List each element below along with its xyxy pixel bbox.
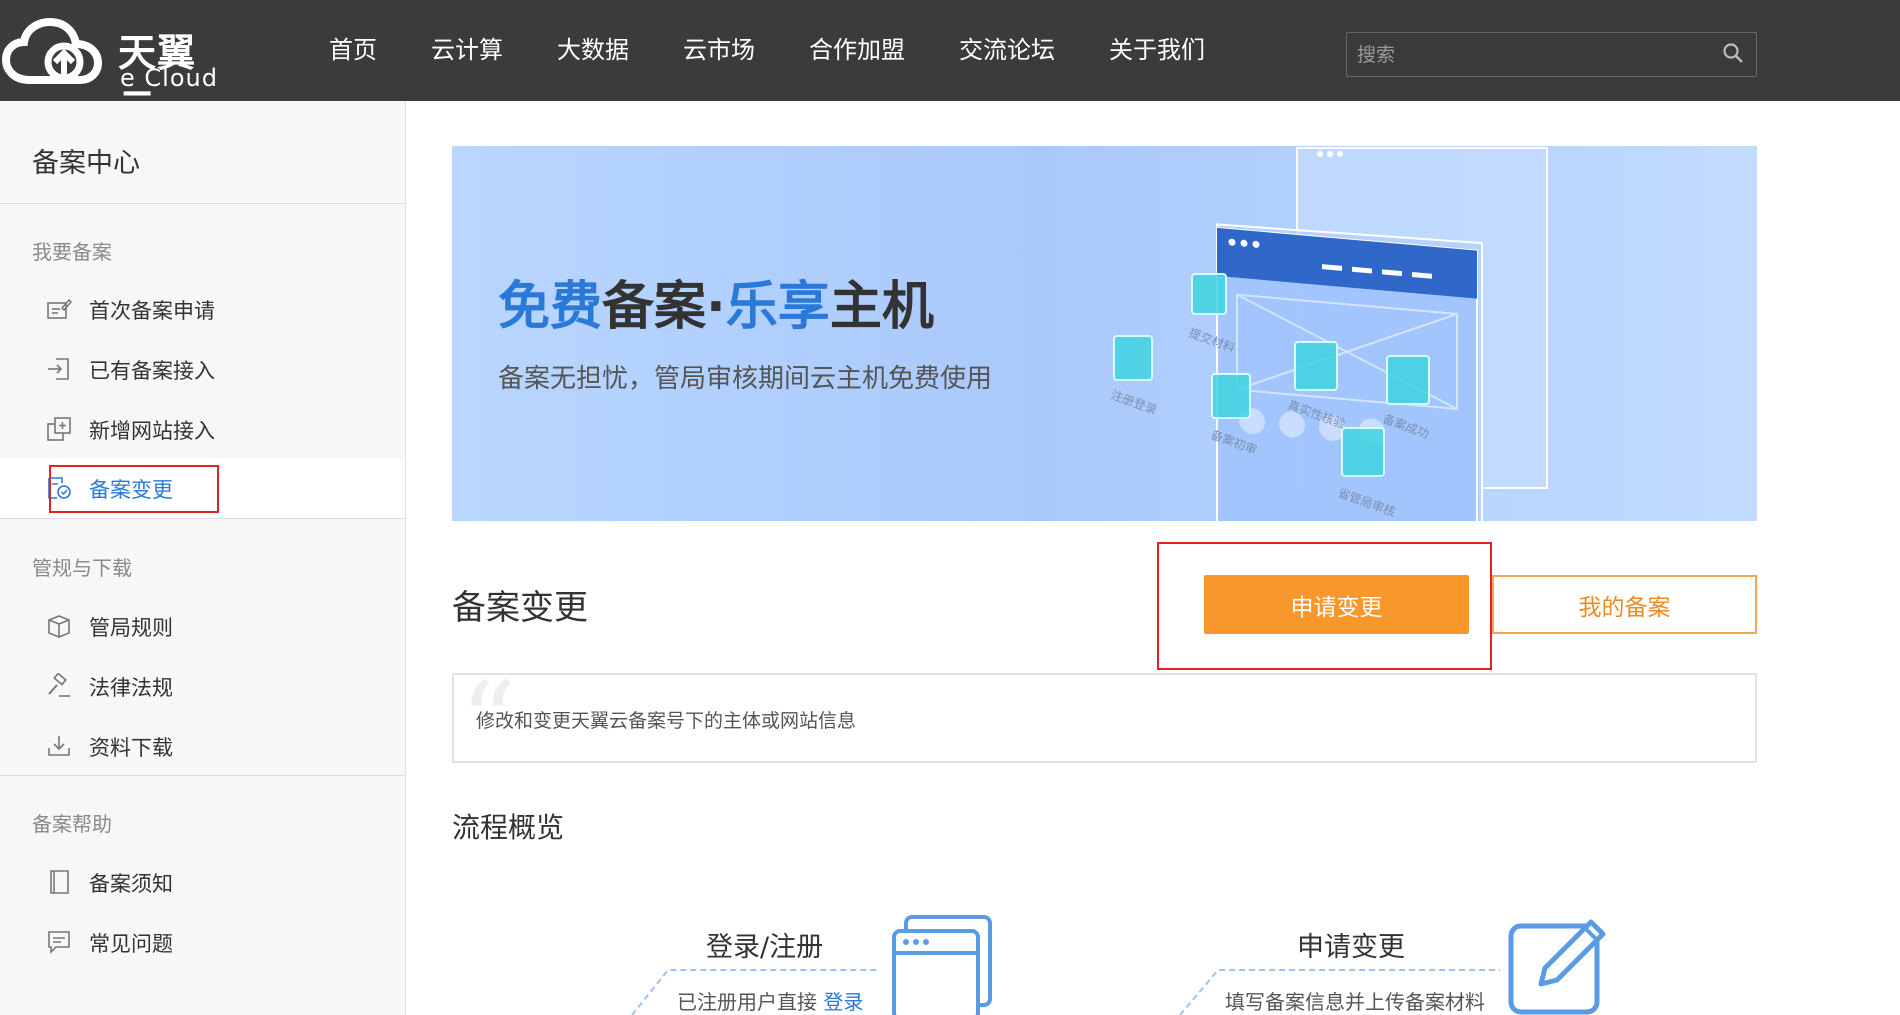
sidebar-group-rules-downloads: 管规与下载 — [32, 556, 132, 580]
nav-home[interactable]: 首页 — [302, 0, 404, 101]
nav-partnership[interactable]: 合作加盟 — [782, 0, 932, 101]
flow-step-apply-sub: 填写备案信息并上传备案材料 — [1225, 990, 1485, 1014]
my-records-button[interactable]: 我的备案 — [1492, 575, 1757, 634]
sidebar: 备案中心 我要备案 首次备案申请 已有备案接入 新增网站接入 备案变更 管规与下… — [0, 101, 406, 1015]
banner-card-label: 注册登录 — [1109, 387, 1159, 418]
sidebar-item-label: 新增网站接入 — [89, 419, 215, 443]
sidebar-item-laws[interactable]: 法律法规 — [0, 656, 405, 716]
sidebar-item-label: 资料下载 — [89, 736, 173, 760]
nav-cloud-computing[interactable]: 云计算 — [404, 0, 530, 101]
sidebar-item-label: 法律法规 — [89, 676, 173, 700]
sidebar-item-label: 首次备案申请 — [89, 299, 215, 323]
highlight-box-apply — [1157, 542, 1492, 670]
add-page-icon — [47, 417, 71, 441]
sidebar-item-faq[interactable]: 常见问题 — [0, 912, 405, 972]
sidebar-item-label: 常见问题 — [89, 932, 173, 956]
page-title: 备案变更 — [452, 588, 588, 628]
logo[interactable]: 天翼云 e Cloud — [2, 18, 222, 130]
flow-step-login-sub: 已注册用户直接 登录 — [677, 986, 863, 1015]
logo-en-text: e Cloud — [120, 64, 218, 92]
flow-title: 流程概览 — [452, 811, 565, 844]
promo-banner[interactable]: 免费备案·乐享主机 备案无担忧，管局审核期间云主机免费使用 提交材料 注册登录 … — [452, 146, 1757, 521]
divider — [0, 518, 406, 519]
flow-step-login-title: 登录/注册 — [706, 932, 824, 963]
sidebar-item-label: 备案须知 — [89, 872, 173, 896]
top-navbar: 天翼云 e Cloud 首页 云计算 大数据 云市场 合作加盟 交流论坛 关于我… — [0, 0, 1900, 130]
sidebar-item-bureau-rules[interactable]: 管局规则 — [0, 596, 405, 656]
banner-illustration: 提交材料 注册登录 备案初审 真实性核验 备案成功 省管局审核 — [1109, 147, 1548, 521]
browser-window-icon — [892, 915, 992, 1015]
search-input[interactable] — [1347, 33, 1707, 76]
highlight-box-sidebar — [49, 465, 219, 513]
sidebar-item-first-filing[interactable]: 首次备案申请 — [0, 279, 405, 339]
main-nav: 首页 云计算 大数据 云市场 合作加盟 交流论坛 关于我们 — [302, 0, 1232, 101]
sidebar-group-help: 备案帮助 — [32, 812, 112, 836]
flow-step-apply-title: 申请变更 — [1297, 932, 1405, 963]
search-box — [1346, 32, 1757, 77]
cloud-logo-icon — [2, 18, 103, 84]
nav-big-data[interactable]: 大数据 — [530, 0, 656, 101]
sidebar-item-notice[interactable]: 备案须知 — [0, 852, 405, 912]
chat-bubble-icon — [48, 931, 70, 954]
sidebar-group-filing: 我要备案 — [32, 240, 112, 264]
sidebar-item-new-site[interactable]: 新增网站接入 — [0, 399, 405, 459]
description-text: 修改和变更天翼云备案号下的主体或网站信息 — [476, 710, 857, 732]
login-enter-icon — [48, 358, 69, 380]
description-box: “ 修改和变更天翼云备案号下的主体或网站信息 — [452, 667, 1757, 777]
nav-cloud-market[interactable]: 云市场 — [656, 0, 782, 101]
pencil-edit-icon — [1508, 919, 1606, 1015]
box-icon — [48, 615, 70, 638]
sidebar-item-label: 管局规则 — [89, 616, 173, 640]
flow-step-login-text: 已注册用户直接 — [677, 990, 817, 1014]
download-icon — [48, 736, 70, 756]
divider — [0, 775, 406, 776]
sidebar-item-existing-access[interactable]: 已有备案接入 — [0, 339, 405, 399]
nav-forum[interactable]: 交流论坛 — [932, 0, 1082, 101]
form-edit-icon — [47, 298, 72, 319]
book-icon — [50, 870, 69, 894]
gavel-icon — [48, 673, 70, 697]
sidebar-item-label: 已有备案接入 — [89, 359, 215, 383]
divider — [0, 203, 406, 204]
search-icon[interactable] — [1722, 42, 1744, 64]
login-link[interactable]: 登录 — [823, 990, 863, 1014]
nav-about-us[interactable]: 关于我们 — [1082, 0, 1232, 101]
sidebar-title: 备案中心 — [32, 148, 140, 179]
sidebar-item-downloads[interactable]: 资料下载 — [0, 716, 405, 776]
